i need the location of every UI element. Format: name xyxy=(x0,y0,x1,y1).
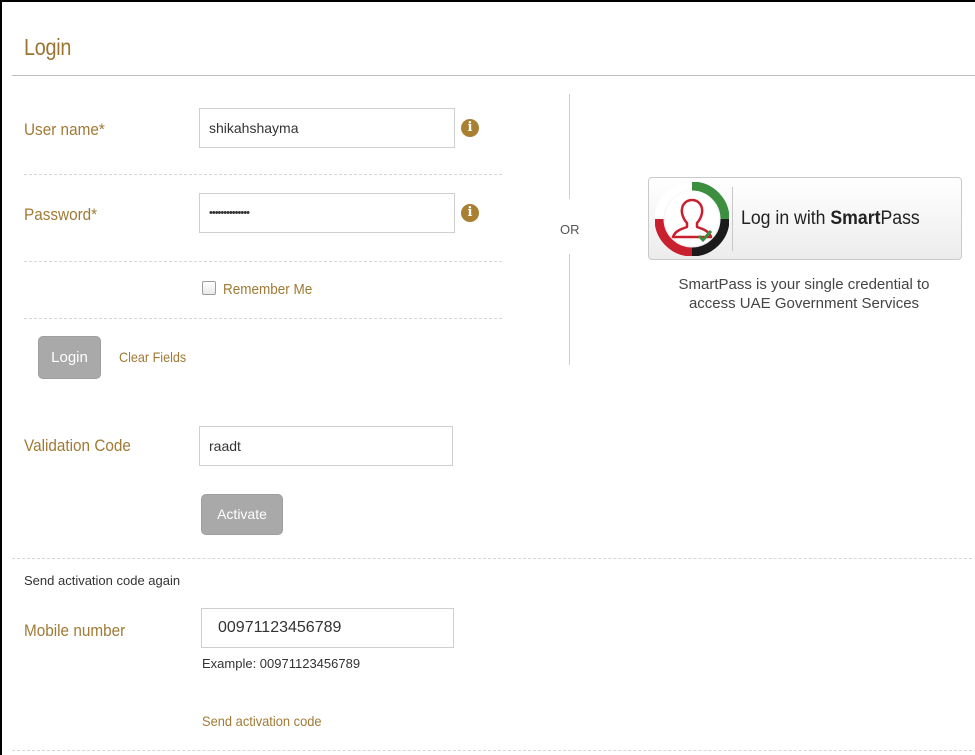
login-panel: Login User name* i Password* i Remember … xyxy=(0,0,975,755)
mobile-number-input[interactable] xyxy=(201,608,454,648)
smartpass-brand-rest: Pass xyxy=(880,208,920,229)
divider xyxy=(12,750,975,751)
smartpass-divider xyxy=(732,187,733,251)
remember-me-checkbox[interactable] xyxy=(202,281,216,295)
vertical-divider-bottom xyxy=(569,254,570,365)
page-title: Login xyxy=(24,34,72,60)
password-info-icon[interactable]: i xyxy=(461,204,479,222)
mobile-example-text: Example: 00971123456789 xyxy=(202,656,361,671)
password-label: Password* xyxy=(24,205,98,224)
divider xyxy=(24,261,502,262)
smartpass-logo-icon xyxy=(655,182,729,256)
smartpass-description: SmartPass is your single credential to a… xyxy=(642,275,966,313)
login-button[interactable]: Login xyxy=(38,336,101,379)
username-label: User name* xyxy=(24,120,105,139)
username-info-icon[interactable]: i xyxy=(461,119,479,137)
clear-fields-link[interactable]: Clear Fields xyxy=(119,349,186,365)
divider xyxy=(12,558,975,559)
validation-code-input[interactable] xyxy=(199,426,453,466)
remember-me-label[interactable]: Remember Me xyxy=(223,281,312,298)
validation-code-label: Validation Code xyxy=(24,436,131,455)
title-divider xyxy=(12,75,975,76)
mobile-number-label: Mobile number xyxy=(24,621,126,640)
smartpass-brand-bold: Smart xyxy=(830,208,881,229)
password-input[interactable] xyxy=(199,193,455,233)
send-activation-code-link[interactable]: Send activation code xyxy=(202,713,322,729)
or-separator: OR xyxy=(560,222,580,237)
smartpass-description-line2: access UAE Government Services xyxy=(688,295,920,312)
smartpass-button-text: Log in with SmartPass xyxy=(741,208,920,230)
activate-button[interactable]: Activate xyxy=(201,494,283,535)
smartpass-prefix: Log in with xyxy=(741,208,831,229)
resend-heading: Send activation code again xyxy=(24,573,181,588)
divider xyxy=(24,174,502,175)
smartpass-login-button[interactable]: Log in with SmartPass xyxy=(648,177,962,260)
divider xyxy=(24,318,502,319)
vertical-divider-top xyxy=(569,94,570,199)
smartpass-description-line1: SmartPass is your single credential to xyxy=(678,276,930,293)
username-input[interactable] xyxy=(199,108,455,148)
